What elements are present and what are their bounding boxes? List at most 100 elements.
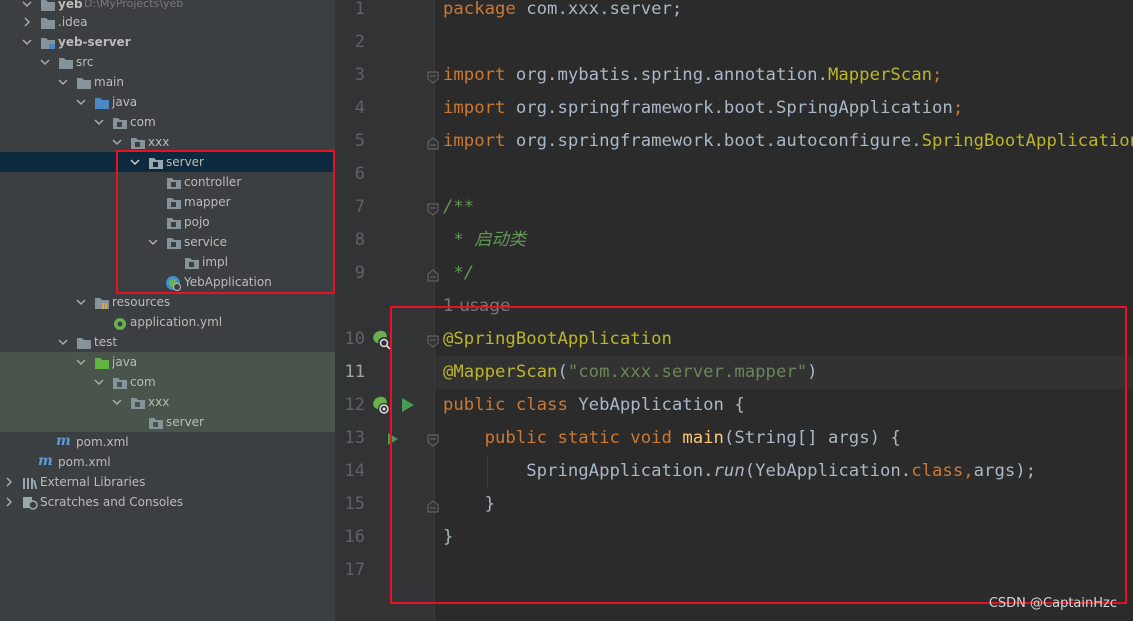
chevron-right-icon[interactable]: [4, 497, 14, 507]
tree-label: External Libraries: [40, 475, 146, 489]
line-number: 4: [354, 98, 365, 118]
tree-label: server: [166, 415, 204, 429]
code-line-4[interactable]: import org.springframework.boot.SpringAp…: [443, 92, 963, 125]
spring-config-icon: [112, 315, 128, 330]
module-folder-icon: [40, 35, 56, 49]
line-number: 7: [354, 197, 365, 217]
chevron-down-icon[interactable]: [58, 77, 68, 87]
tree-row-test-java[interactable]: java: [0, 352, 335, 372]
chevron-right-icon[interactable]: [22, 17, 32, 27]
project-path: D:\MyProjects\yeb: [84, 0, 184, 10]
line-number: 16: [344, 527, 365, 547]
maven-icon: m: [38, 453, 53, 469]
line-number: 12: [344, 395, 365, 415]
tree-row-com[interactable]: com: [0, 112, 335, 132]
code-line-1[interactable]: package com.xxx.server;: [443, 0, 682, 26]
tree-row-external-libraries[interactable]: External Libraries: [0, 472, 335, 492]
keyword: import: [443, 98, 506, 118]
chevron-down-icon[interactable]: [40, 57, 50, 67]
tree-label: com: [130, 115, 156, 129]
highlight-box-code: [390, 306, 1127, 604]
chevron-down-icon[interactable]: [22, 37, 32, 47]
tree-label: xxx: [148, 135, 170, 149]
line-number: 15: [344, 494, 365, 514]
code-line-8[interactable]: * 启动类: [443, 224, 526, 257]
line-number: 6: [354, 164, 365, 184]
test-source-folder-icon: [94, 355, 110, 369]
folder-icon: [76, 335, 92, 349]
tree-label: resources: [112, 295, 171, 309]
code-line-3[interactable]: import org.mybatis.spring.annotation.Map…: [443, 59, 942, 92]
tree-label: yeb: [58, 0, 83, 11]
line-number: 3: [354, 65, 365, 85]
tree-label: src: [76, 55, 94, 69]
package-icon: [130, 135, 146, 149]
keyword: package: [443, 0, 516, 19]
fold-start-icon[interactable]: [427, 69, 439, 84]
tree-row-main[interactable]: main: [0, 72, 335, 92]
code-line-7[interactable]: /**: [443, 191, 474, 224]
tree-row-xxx[interactable]: xxx: [0, 132, 335, 152]
line-number: 9: [354, 263, 365, 283]
scratches-icon: [22, 495, 38, 510]
line-number: 13: [344, 428, 365, 448]
code-text: org.mybatis.spring.annotation.: [505, 65, 828, 85]
chevron-down-icon[interactable]: [94, 117, 104, 127]
source-folder-icon: [94, 95, 110, 109]
chevron-right-icon[interactable]: [4, 477, 14, 487]
watermark: CSDN @CaptainHzc: [988, 596, 1117, 611]
tree-row-test-xxx[interactable]: xxx: [0, 392, 335, 412]
fold-end-icon[interactable]: [427, 267, 439, 282]
line-number: 8: [354, 230, 365, 250]
tree-row-resources[interactable]: resources: [0, 292, 335, 312]
fold-start-icon[interactable]: [427, 201, 439, 216]
line-number: 17: [344, 560, 365, 580]
tree-label: main: [94, 75, 124, 89]
tree-row-test-com[interactable]: com: [0, 372, 335, 392]
highlight-box-tree: [116, 150, 335, 294]
package-icon: [130, 395, 146, 409]
tree-row-idea[interactable]: .idea: [0, 12, 335, 32]
folder-icon: [76, 75, 92, 89]
chevron-down-icon[interactable]: [76, 97, 86, 107]
code-text: com.xxx.server;: [515, 0, 683, 19]
tree-row-yeb-server[interactable]: yeb-server: [0, 32, 335, 52]
tree-row-pom-server[interactable]: m pom.xml: [0, 432, 335, 452]
resources-folder-icon: [94, 295, 110, 309]
tree-label: xxx: [148, 395, 170, 409]
class-name: MapperScan: [827, 65, 933, 85]
tree-row-pom-root[interactable]: m pom.xml: [0, 452, 335, 472]
code-text: org.springframework.boot.SpringApplicati…: [505, 98, 953, 118]
line-number: 1: [354, 0, 365, 19]
chevron-down-icon[interactable]: [112, 137, 122, 147]
keyword: import: [443, 131, 506, 151]
tree-row-scratches[interactable]: Scratches and Consoles: [0, 492, 335, 512]
tree-row-test[interactable]: test: [0, 332, 335, 352]
folder-icon: [58, 55, 74, 69]
tree-row-java[interactable]: java: [0, 92, 335, 112]
keyword: import: [443, 65, 506, 85]
tree-label: yeb-server: [58, 35, 131, 49]
tree-label: java: [112, 355, 138, 369]
code-line-9[interactable]: */: [443, 257, 474, 290]
package-icon: [112, 115, 128, 129]
chevron-down-icon[interactable]: [22, 0, 32, 9]
tree-row-src[interactable]: src: [0, 52, 335, 72]
code-line-5[interactable]: import org.springframework.boot.autoconf…: [443, 125, 1133, 158]
tree-label: java: [112, 95, 138, 109]
chevron-down-icon[interactable]: [94, 377, 104, 387]
line-number: 10: [344, 329, 365, 349]
fold-end-icon[interactable]: [427, 135, 439, 150]
tree-row-application-yml[interactable]: application.yml: [0, 312, 335, 332]
semicolon: ;: [952, 98, 964, 118]
line-number: 5: [354, 131, 365, 151]
tree-row-test-server[interactable]: server: [0, 412, 335, 432]
chevron-down-icon[interactable]: [58, 337, 68, 347]
chevron-down-icon[interactable]: [76, 297, 86, 307]
tree-label: pom.xml: [76, 435, 129, 449]
line-number: 14: [344, 461, 365, 481]
tree-label: Scratches and Consoles: [40, 495, 184, 509]
chevron-down-icon[interactable]: [112, 397, 122, 407]
class-name: SpringBootApplication: [921, 131, 1133, 151]
chevron-down-icon[interactable]: [76, 357, 86, 367]
